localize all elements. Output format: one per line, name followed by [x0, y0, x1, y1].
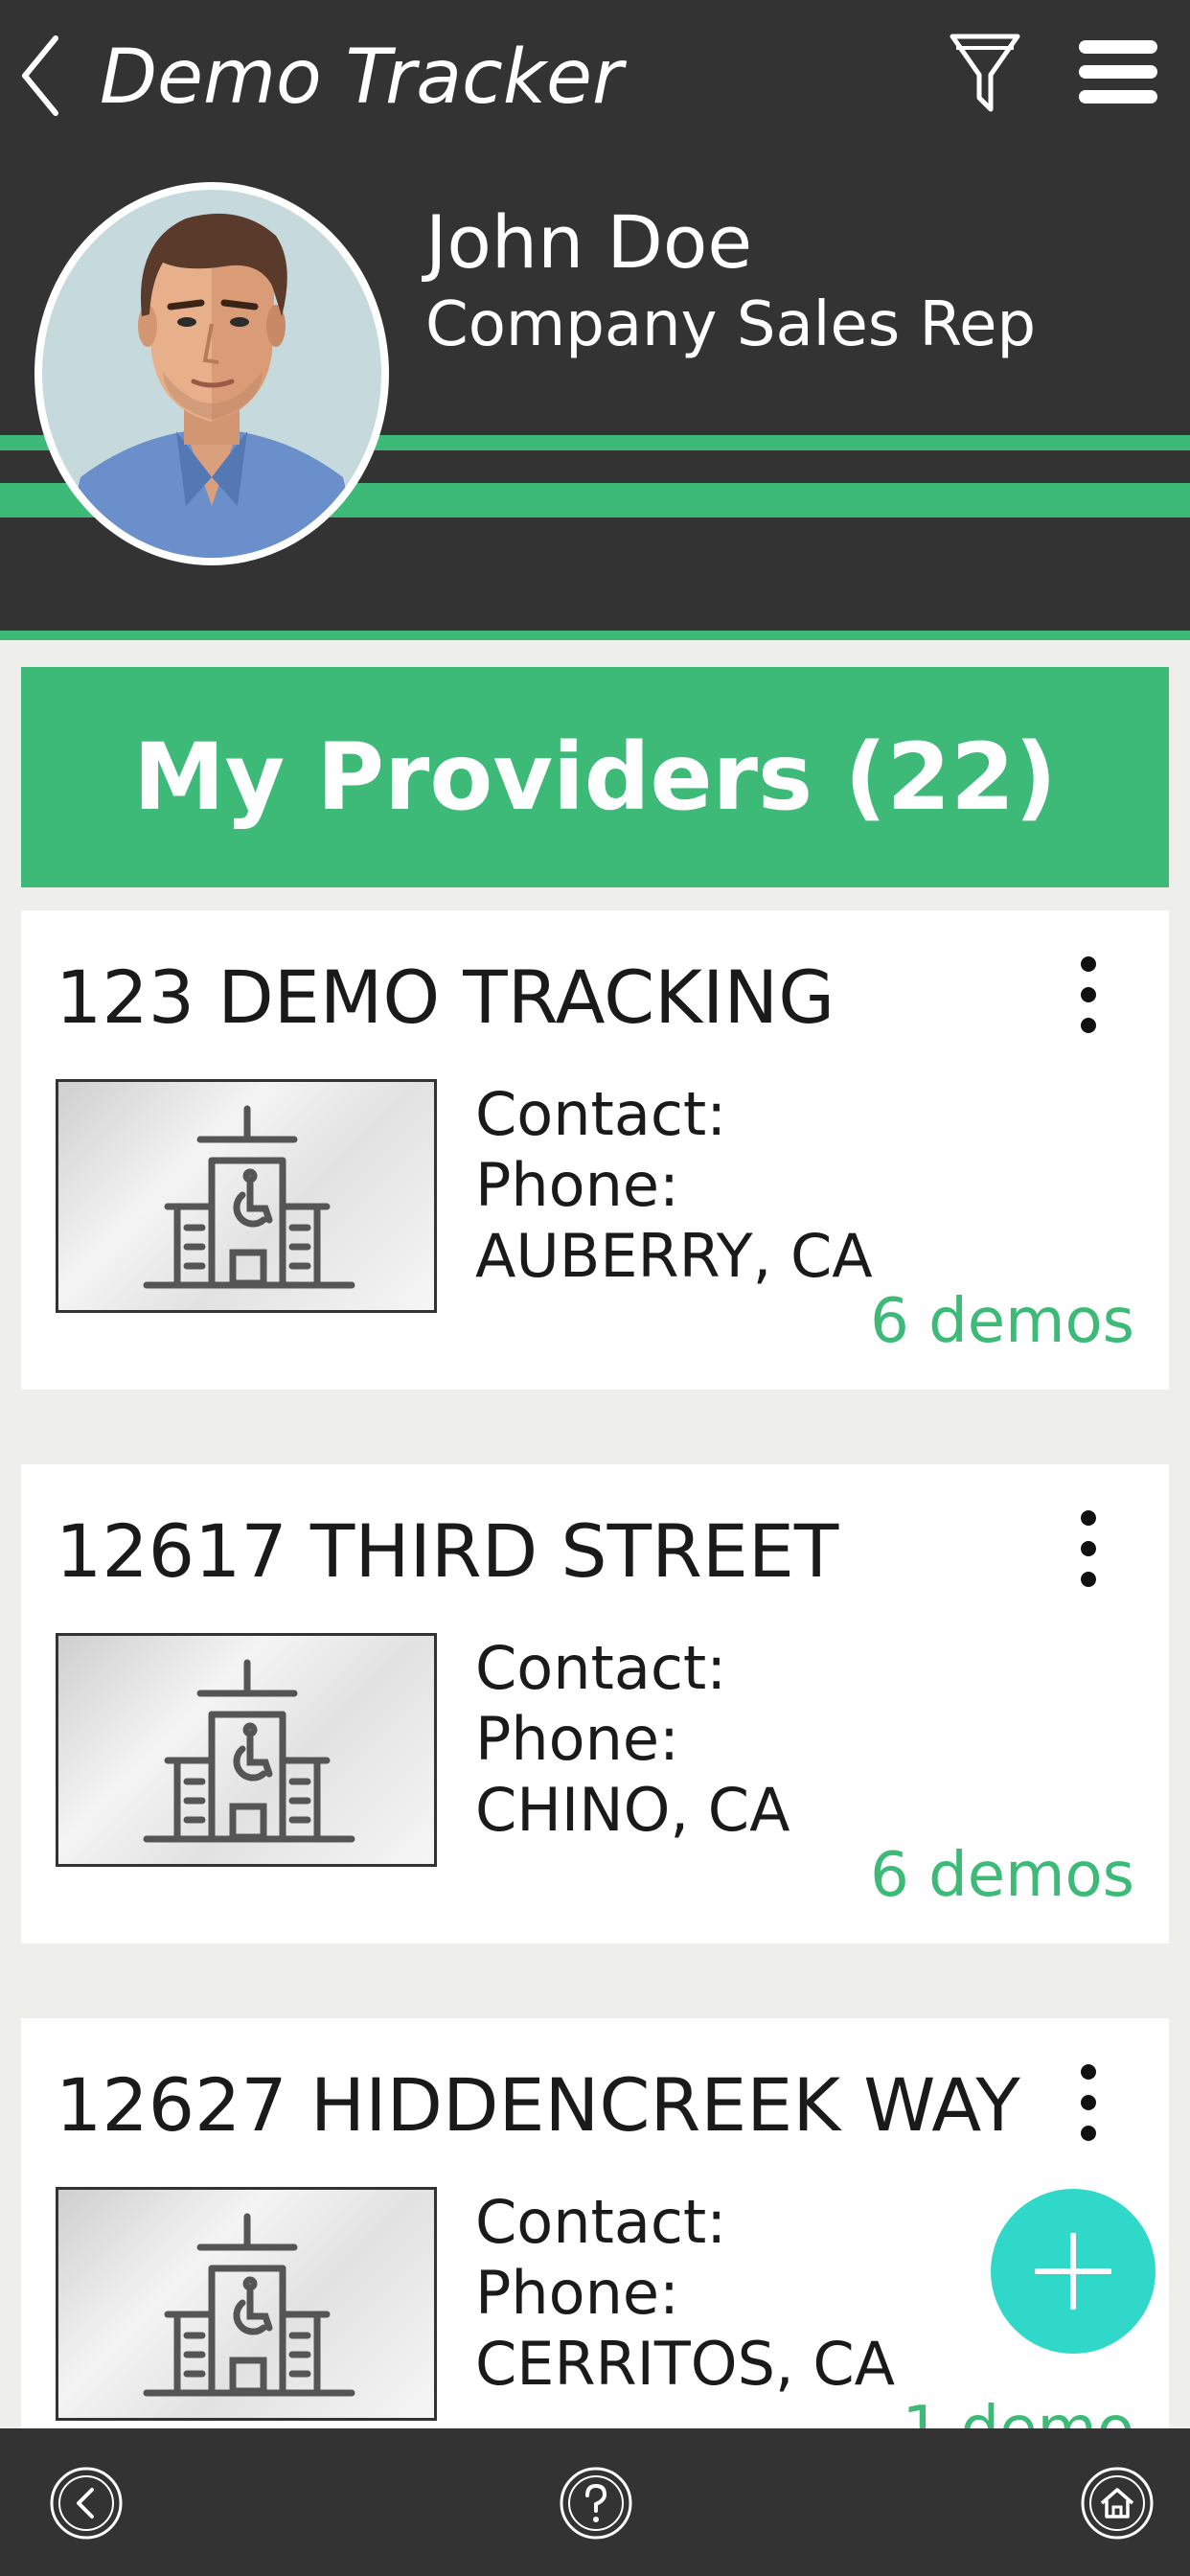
provider-name: 123 DEMO TRACKING [56, 954, 835, 1040]
accessible-building-icon [143, 1659, 355, 1843]
plus-icon [1035, 2233, 1111, 2310]
provider-contact: Contact: [475, 2187, 727, 2257]
kebab-menu-icon[interactable] [1077, 1508, 1100, 1589]
providers-heading: My Providers (22) [133, 724, 1057, 831]
provider-demo-count[interactable]: 6 demos [870, 1286, 1134, 1357]
provider-thumbnail [56, 1633, 437, 1867]
hamburger-menu-icon[interactable] [1079, 38, 1157, 105]
providers-heading-banner: My Providers (22) [21, 667, 1169, 887]
filter-icon[interactable] [947, 29, 1023, 115]
provider-contact: Contact: [475, 1079, 727, 1149]
provider-thumbnail [56, 1079, 437, 1313]
kebab-menu-icon[interactable] [1077, 954, 1100, 1035]
provider-name: 12617 THIRD STREET [56, 1508, 839, 1594]
provider-card[interactable]: 12617 THIRD STREET Contact: Phone: CHINO… [21, 1464, 1169, 1944]
profile-header: Demo Tracker John Doe Company Sales Rep [0, 0, 1190, 632]
provider-location: AUBERRY, CA [475, 1221, 873, 1291]
provider-name: 12627 HIDDENCREEK WAY [56, 2062, 1020, 2148]
home-icon[interactable] [1079, 2465, 1156, 2542]
provider-location: CHINO, CA [475, 1775, 790, 1845]
provider-phone: Phone: [475, 2258, 679, 2328]
add-provider-button[interactable] [991, 2189, 1156, 2354]
bottom-nav-bar [0, 2428, 1190, 2576]
provider-thumbnail [56, 2187, 437, 2421]
help-icon[interactable] [558, 2465, 634, 2542]
user-name: John Doe [425, 199, 753, 285]
avatar[interactable] [34, 182, 389, 565]
provider-card[interactable]: 123 DEMO TRACKING Contact: Phone: AUBERR… [21, 910, 1169, 1390]
user-role: Company Sales Rep [425, 289, 1037, 360]
accessible-building-icon [143, 2213, 355, 2397]
circle-back-icon[interactable] [48, 2465, 125, 2542]
provider-demo-count[interactable]: 6 demos [870, 1840, 1134, 1911]
provider-location: CERRITOS, CA [475, 2329, 896, 2399]
provider-contact: Contact: [475, 1633, 727, 1703]
app-title: Demo Tracker [100, 34, 624, 121]
provider-phone: Phone: [475, 1704, 679, 1774]
accent-stripe [0, 631, 1190, 640]
chevron-left-icon[interactable] [17, 33, 65, 119]
top-app-bar: Demo Tracker [0, 0, 1190, 153]
avatar-portrait-image [42, 190, 381, 558]
accessible-building-icon [143, 1105, 355, 1289]
provider-phone: Phone: [475, 1150, 679, 1220]
kebab-menu-icon[interactable] [1077, 2062, 1100, 2143]
